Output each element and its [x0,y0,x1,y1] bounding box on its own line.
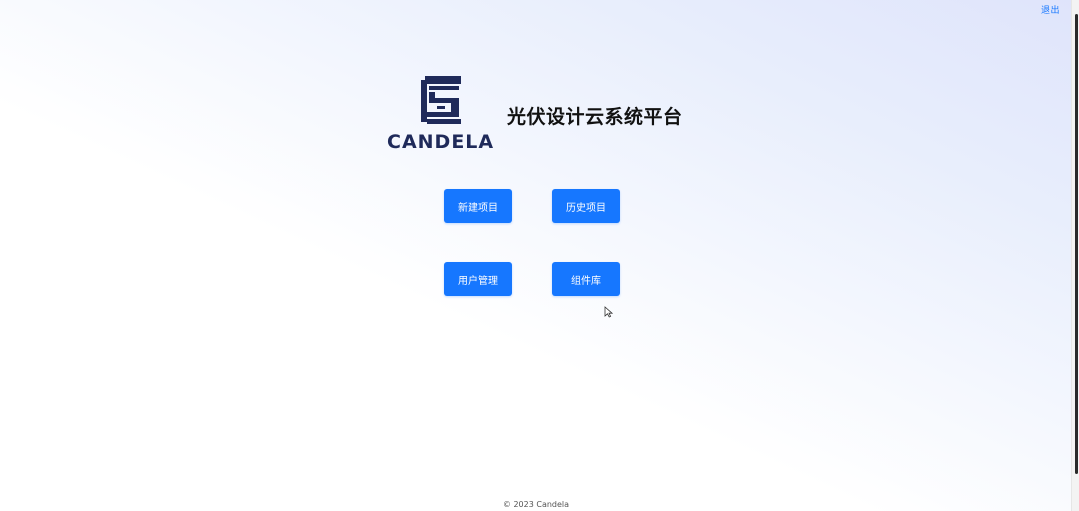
vertical-scrollbar[interactable] [1071,0,1079,511]
mouse-cursor-icon [604,306,613,318]
candela-logo: CANDELA [387,76,495,153]
candela-logo-icon [421,76,461,124]
logout-link[interactable]: 退出 [1041,3,1060,16]
history-project-button[interactable]: 历史项目 [552,189,620,223]
logo-wordmark: CANDELA [387,131,495,153]
user-management-button[interactable]: 用户管理 [444,262,512,296]
footer-copyright: © 2023 Candela [502,500,570,509]
scrollbar-thumb[interactable] [1075,14,1078,474]
component-library-button[interactable]: 组件库 [552,262,620,296]
page-title: 光伏设计云系统平台 [507,106,683,128]
new-project-button[interactable]: 新建项目 [444,189,512,223]
